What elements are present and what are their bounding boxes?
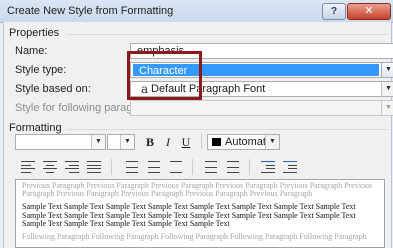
formatting-group-label: Formatting: [9, 122, 62, 134]
help-button[interactable]: ?: [322, 3, 346, 20]
space-before-icon[interactable]: [205, 161, 219, 173]
formatting-divider: [66, 129, 388, 130]
preview-following-paragraph: Following Paragraph Following Paragraph …: [22, 232, 367, 242]
font-name-select[interactable]: ▼: [15, 134, 106, 150]
double-spacing-icon[interactable]: [170, 161, 184, 173]
underline-button[interactable]: U: [179, 135, 193, 149]
font-size-select[interactable]: ▼: [107, 134, 135, 150]
italic-button[interactable]: I: [161, 135, 175, 149]
toolbar-separator: [201, 133, 202, 149]
font-color-dropdown-button[interactable]: ▼: [265, 135, 279, 149]
align-left-icon[interactable]: [21, 161, 35, 173]
chevron-down-icon: ▼: [124, 138, 131, 145]
chevron-down-icon: ▼: [269, 138, 276, 145]
toolbar-separator: [249, 159, 250, 175]
increase-indent-icon[interactable]: [283, 161, 297, 173]
space-after-icon[interactable]: [227, 161, 241, 173]
properties-group-label: Properties: [9, 27, 60, 39]
based-on-dropdown-button[interactable]: ▼: [381, 82, 393, 96]
style-preview-pane: Previous Paragraph Previous Paragraph Pr…: [15, 179, 385, 248]
toolbar-separator: [111, 159, 112, 175]
chevron-down-icon: ▼: [95, 138, 102, 145]
dialog-body: Properties Name: emphasis Style type: Ch…: [3, 22, 393, 248]
font-size-dropdown-button[interactable]: ▼: [120, 135, 134, 149]
single-spacing-icon[interactable]: [126, 161, 140, 173]
font-color-select[interactable]: Automatic ▼: [207, 134, 280, 150]
justify-icon[interactable]: [87, 161, 101, 173]
window-title: Create New Style from Formatting: [7, 5, 174, 17]
font-name-dropdown-button[interactable]: ▼: [91, 135, 105, 149]
highlight-annotation-box: [127, 51, 202, 100]
close-button[interactable]: ✕: [347, 3, 391, 20]
title-bar: Create New Style from Formatting ? ✕: [0, 0, 393, 23]
toolbar-separator: [192, 159, 193, 175]
decrease-indent-icon[interactable]: [261, 161, 275, 173]
based-on-label: Style based on:: [15, 83, 91, 95]
one-half-spacing-icon[interactable]: [148, 161, 162, 173]
chevron-down-icon: ▼: [385, 85, 392, 92]
font-color-swatch: [212, 138, 221, 146]
preview-sample-text: Sample Text Sample Text Sample Text Samp…: [22, 202, 356, 228]
bold-button[interactable]: B: [143, 135, 157, 149]
style-type-label: Style type:: [15, 64, 67, 76]
align-right-icon[interactable]: [65, 161, 79, 173]
following-dropdown-button[interactable]: ▼: [381, 101, 393, 115]
align-center-icon[interactable]: [43, 161, 57, 173]
style-type-dropdown-button[interactable]: ▼: [381, 63, 393, 77]
following-select[interactable]: ▼: [130, 100, 393, 116]
chevron-down-icon: ▼: [385, 66, 392, 73]
name-label: Name:: [15, 45, 48, 57]
properties-divider: [66, 34, 388, 35]
preview-previous-paragraph: Previous Paragraph Previous Paragraph Pr…: [22, 181, 373, 199]
chevron-down-icon: ▼: [385, 104, 392, 111]
